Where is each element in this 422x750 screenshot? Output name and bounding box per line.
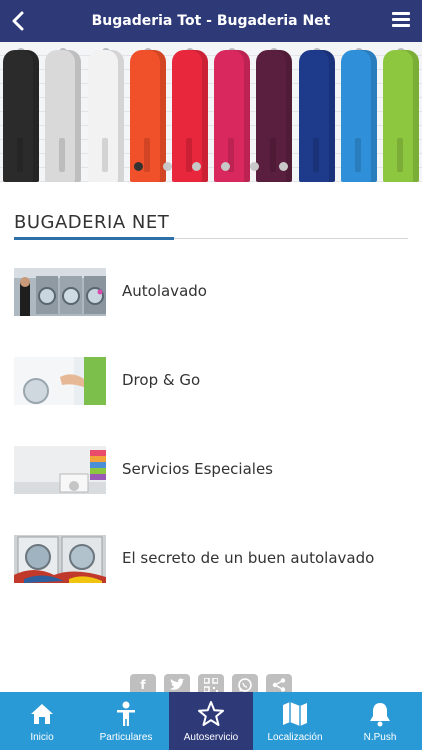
tab-label: Autoservicio xyxy=(183,732,239,743)
facebook-icon: f xyxy=(140,678,146,692)
qr-code-icon xyxy=(203,677,219,693)
tab-label: Localización xyxy=(267,732,323,743)
list-item-autolavado[interactable]: Autolavado xyxy=(14,268,408,316)
chevron-left-icon xyxy=(12,11,24,31)
list-item-servicios-especiales[interactable]: Servicios Especiales xyxy=(14,446,408,494)
carousel-dot[interactable] xyxy=(250,162,259,171)
map-icon xyxy=(283,702,307,726)
thumbnail-drop-go xyxy=(14,357,106,405)
tab-localizacion[interactable]: Localización xyxy=(253,692,337,750)
carousel-dot[interactable] xyxy=(192,162,201,171)
list-item-secreto-autolavado[interactable]: El secreto de un buen autolavado xyxy=(14,535,408,583)
section-divider-accent xyxy=(14,237,174,240)
thumbnail-secreto-autolavado xyxy=(14,535,106,583)
twitter-icon xyxy=(170,678,185,690)
tab-label: Particulares xyxy=(99,732,153,743)
list-item-label: Autolavado xyxy=(122,282,207,300)
carousel-dot[interactable] xyxy=(279,162,288,171)
hamburger-line xyxy=(392,24,410,27)
list-item-drop-go[interactable]: Drop & Go xyxy=(14,357,408,405)
person-icon xyxy=(117,701,135,726)
list-item-label: El secreto de un buen autolavado xyxy=(122,549,375,567)
hamburger-menu-icon xyxy=(392,12,410,15)
carousel-dot[interactable] xyxy=(163,162,172,171)
whatsapp-icon xyxy=(238,678,252,692)
tab-label: Inicio xyxy=(30,732,54,743)
thumbnail-autolavado xyxy=(14,268,106,316)
back-button[interactable] xyxy=(8,6,30,36)
home-icon xyxy=(31,704,53,724)
section-title: BUGADERIA NET xyxy=(14,212,170,233)
tab-inicio[interactable]: Inicio xyxy=(0,692,84,750)
carousel-dots xyxy=(0,156,422,171)
banner-carousel[interactable] xyxy=(0,42,422,182)
bell-icon xyxy=(370,703,390,727)
hamburger-line xyxy=(392,18,410,21)
share-icon xyxy=(272,678,286,692)
carousel-dot[interactable] xyxy=(134,162,143,171)
page-title: Bugaderia Tot - Bugaderia Net xyxy=(91,13,331,29)
list-item-label: Servicios Especiales xyxy=(122,460,273,478)
list-item-label: Drop & Go xyxy=(122,371,201,389)
star-icon xyxy=(198,701,224,726)
tab-autoservicio[interactable]: Autoservicio xyxy=(169,692,253,750)
bottom-tab-bar: Inicio Particulares Autoservicio Localiz… xyxy=(0,692,422,750)
top-bar: Bugaderia Tot - Bugaderia Net xyxy=(0,0,422,42)
thumbnail-servicios-especiales xyxy=(14,446,106,494)
carousel-dot[interactable] xyxy=(221,162,230,171)
tab-particulares[interactable]: Particulares xyxy=(84,692,168,750)
menu-button[interactable] xyxy=(392,12,410,28)
tab-npush[interactable]: N.Push xyxy=(338,692,422,750)
tab-label: N.Push xyxy=(363,732,397,743)
